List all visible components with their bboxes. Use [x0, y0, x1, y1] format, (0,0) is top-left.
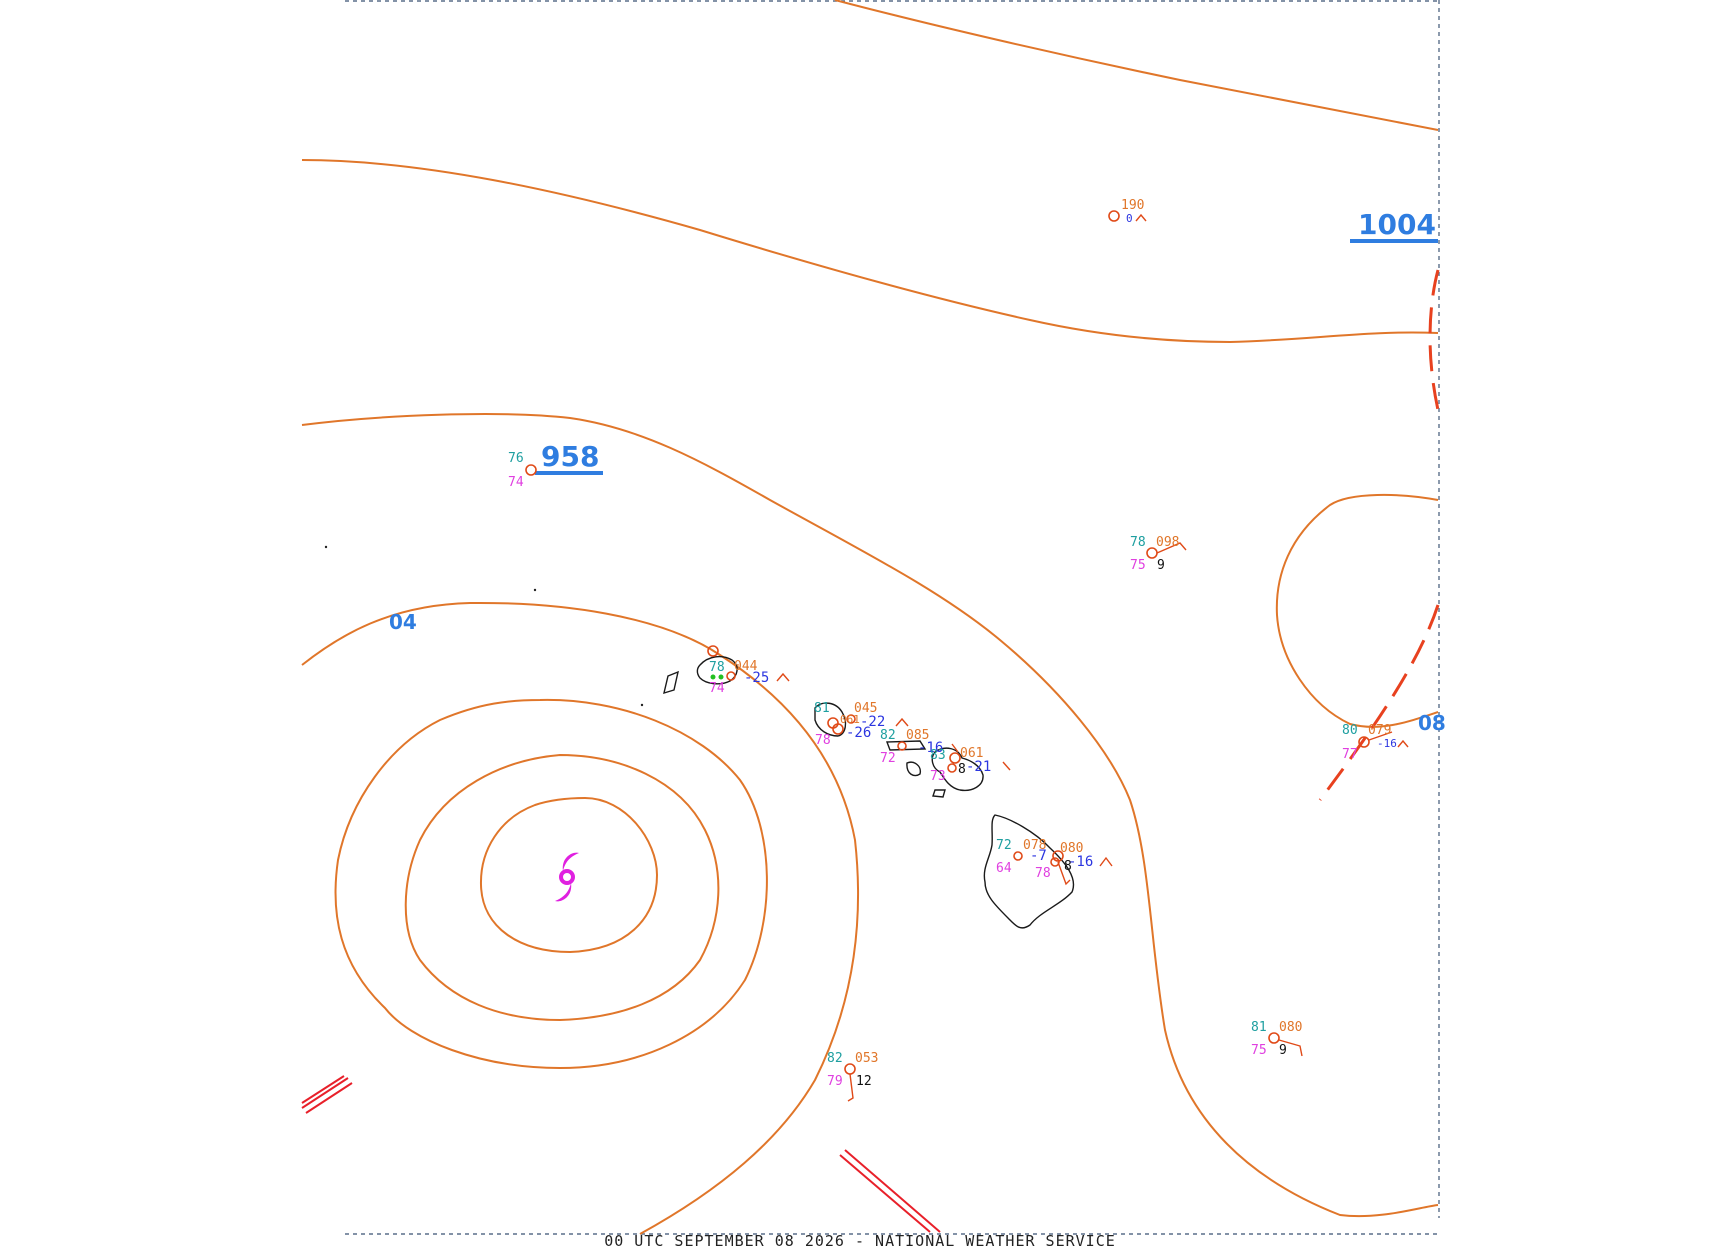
station-molokai: 82 085 -16 72 — [880, 728, 959, 766]
pressure-label-1004: 1004 — [1358, 208, 1436, 241]
station-south-vis: 12 — [856, 1074, 872, 1089]
map-caption: 00 UTC SEPTEMBER 08 2026 - NATIONAL WEAT… — [604, 1232, 1116, 1250]
station-ne: 190 0 — [1108, 198, 1147, 225]
station-oahu-tendency-2: -26 — [846, 725, 871, 741]
trough-line-east-upper — [1428, 269, 1440, 411]
isobar-middle — [301, 413, 1439, 1218]
map-speck — [640, 703, 644, 707]
tendency-rise-icon — [1397, 739, 1409, 748]
station-east: 78 098 75 9 — [1130, 535, 1187, 573]
station-kauai-dew: 74 — [709, 681, 725, 696]
station-molokai-temp: 82 — [880, 728, 896, 743]
tendency-rise-icon — [1135, 213, 1147, 222]
station-far-east-pressure: 079 — [1368, 723, 1391, 738]
station-south: 82 053 79 12 — [827, 1051, 878, 1102]
tendency-rise-icon — [776, 672, 790, 682]
station-circle-icon — [897, 741, 907, 751]
station-kauai-tendency: -25 — [744, 670, 769, 686]
station-big-island-west-temp: 72 — [996, 838, 1012, 853]
lanai-island — [906, 761, 921, 777]
station-east-temp: 78 — [1130, 535, 1146, 550]
station-kauai-temp: 78 — [709, 660, 725, 675]
station-far-east: 80 079 77 -16 — [1342, 723, 1409, 762]
station-south-temp: 82 — [827, 1051, 843, 1066]
station-east-dew: 75 — [1130, 558, 1146, 573]
station-circle-icon — [525, 464, 537, 476]
pressure-label-08: 08 — [1418, 711, 1446, 735]
station-circle-icon — [1013, 851, 1023, 861]
station-east-vis: 9 — [1157, 558, 1165, 573]
station-maui-tendency: -21 — [966, 759, 991, 775]
niihau-island — [663, 670, 679, 695]
isobar-storm-outer — [301, 601, 860, 1235]
precip-dot-icon — [710, 674, 716, 680]
station-ne-pressure: 190 — [1121, 198, 1144, 213]
kahoolawe-island — [932, 789, 946, 798]
station-south-pressure: 053 — [855, 1051, 878, 1066]
station-far-east-temp: 80 — [1342, 723, 1358, 738]
tendency-rise-icon — [1099, 856, 1113, 867]
tendency-fall-icon — [1002, 761, 1011, 771]
station-southeast-vis: 9 — [1279, 1043, 1287, 1058]
pressure-label-04: 04 — [389, 610, 417, 634]
station-southeast-pressure: 080 — [1279, 1020, 1302, 1035]
isobar-north — [301, 159, 1439, 344]
station-circle-icon — [844, 1063, 856, 1075]
station-circle-icon — [947, 763, 957, 773]
isobar-east-ring — [1275, 493, 1439, 728]
station-big-island-west-dew: 64 — [996, 861, 1012, 876]
station-big-island-west-tendency: -7 — [1030, 848, 1047, 864]
station-east-pressure: 098 — [1156, 535, 1179, 550]
station-far-east-dew: 77 — [1342, 747, 1358, 762]
station-nw-temp: 76 — [508, 451, 524, 466]
station-southeast-temp: 81 — [1251, 1020, 1267, 1035]
shear-line-southwest — [301, 1075, 353, 1114]
station-molokai-dew: 72 — [880, 751, 896, 766]
surface-analysis-map: 1004 958 04 08 190 0 76 74 78 098 75 9 8… — [301, 0, 1446, 1235]
hurricane-symbol-icon — [555, 852, 579, 902]
station-nw: 76 74 — [508, 451, 537, 490]
station-south-dew: 79 — [827, 1074, 843, 1089]
station-maui-temp: 83 — [930, 748, 946, 763]
station-nw-dew: 74 — [508, 475, 524, 490]
station-southeast: 81 080 75 9 — [1251, 1020, 1303, 1058]
station-oahu-temp: 81 — [814, 701, 830, 716]
station-kauai: 78 044 74 -25 — [707, 645, 790, 696]
tendency-rise-icon — [895, 717, 909, 727]
wind-barb-icon — [847, 1073, 854, 1102]
station-southeast-dew: 75 — [1251, 1043, 1267, 1058]
trough-line-east-lower — [1318, 604, 1440, 801]
isobar-storm-ring-1 — [479, 796, 659, 954]
map-speck — [533, 588, 537, 592]
isobar-storm-ring-2 — [404, 753, 720, 1022]
station-oahu-dew: 78 — [815, 733, 831, 748]
shear-line-south — [839, 1149, 941, 1233]
map-speck — [324, 545, 328, 549]
isobar-north-top — [834, 0, 1439, 131]
station-maui: 83 061 8 -21 73 — [930, 746, 1011, 784]
pressure-label-958: 958 — [541, 440, 599, 473]
station-maui-extra: 8 — [958, 762, 966, 777]
precip-dot-icon — [718, 674, 724, 680]
station-maui-dew: 73 — [930, 769, 946, 784]
station-big-island-east-tendency: -16 — [1068, 854, 1093, 870]
station-circle-icon — [1108, 210, 1120, 222]
station-big-island-east-dew: 78 — [1035, 866, 1051, 881]
station-far-east-tendency: -16 — [1377, 737, 1397, 750]
station-circle-icon — [1268, 1032, 1280, 1044]
station-ne-tendency: 0 — [1126, 212, 1133, 225]
